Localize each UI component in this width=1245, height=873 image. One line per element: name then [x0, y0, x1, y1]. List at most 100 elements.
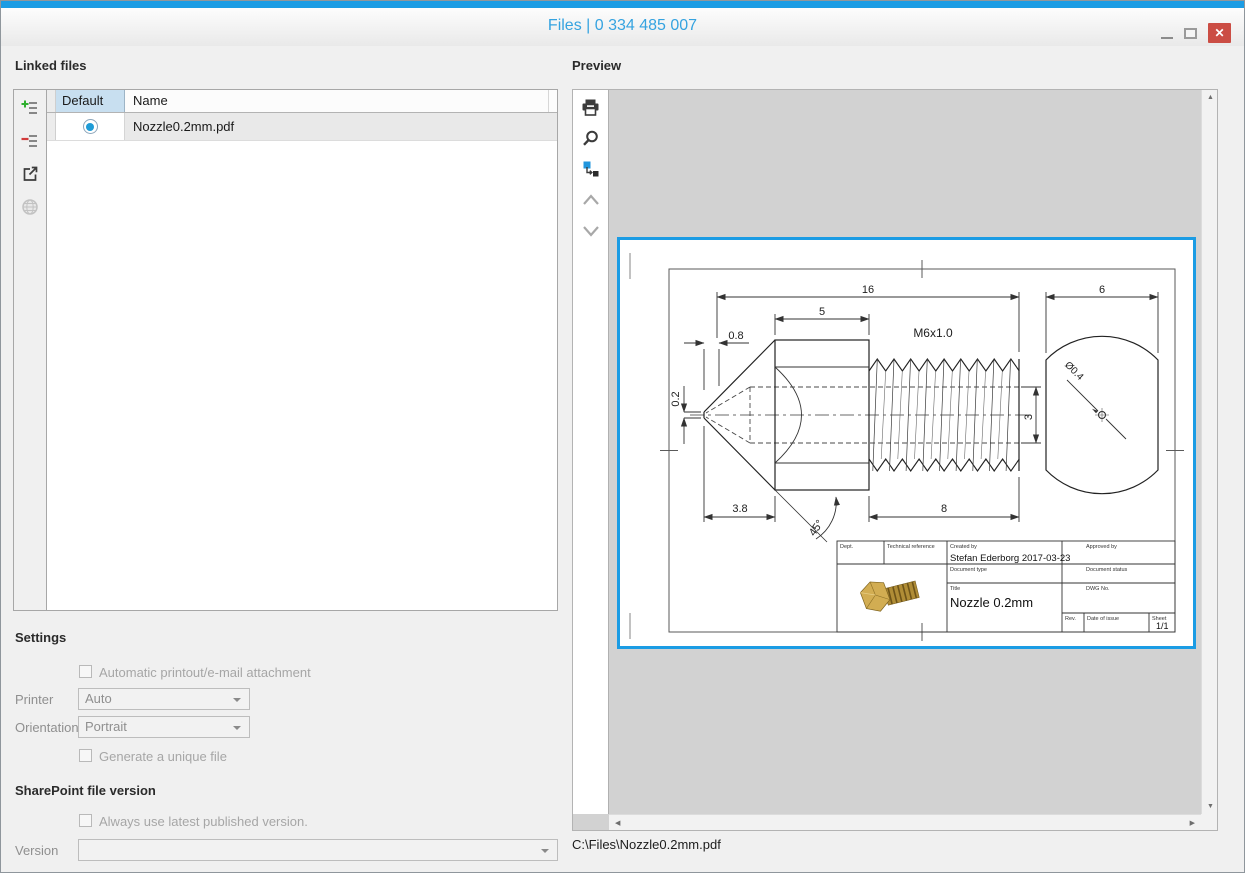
column-header-default[interactable]: Default	[56, 90, 125, 112]
preview-panel: 16 5 0.8 0.2 3.8 45° 8 3 M6x1.0 6 Ø0.4	[572, 89, 1218, 831]
latest-version-label: Always use latest published version.	[99, 814, 308, 829]
dim-orifice-h: 0.2	[670, 391, 682, 406]
chevron-down-icon	[541, 849, 549, 853]
title-block-values: Stefan Ederborg 2017-03-23 Nozzle 0.2mm …	[950, 553, 1169, 631]
dim-bore: 3	[1023, 414, 1035, 420]
page-up-button[interactable]	[581, 190, 601, 210]
preview-file-path: C:\Files\Nozzle0.2mm.pdf	[572, 837, 721, 852]
window-title: Files | 0 334 485 007	[1, 17, 1244, 35]
table-row[interactable]: Nozzle0.2mm.pdf	[47, 113, 557, 141]
radio-dot	[86, 123, 94, 131]
unique-file-checkbox[interactable]	[79, 749, 92, 762]
dimension-labels: 16 5 0.8 0.2 3.8 45° 8 3 M6x1.0 6 Ø0.4	[670, 284, 1105, 539]
dim-chamfer-angle: 45°	[807, 518, 826, 539]
add-file-button[interactable]	[20, 98, 40, 118]
settings-heading: Settings	[15, 630, 66, 645]
row-selector-header	[47, 90, 56, 112]
linked-files-heading: Linked files	[15, 58, 87, 73]
chevron-down-icon	[233, 698, 241, 702]
chevron-down-icon	[233, 726, 241, 730]
preview-page: 16 5 0.8 0.2 3.8 45° 8 3 M6x1.0 6 Ø0.4	[617, 237, 1196, 649]
preview-toolbar	[573, 90, 609, 814]
horizontal-scrollbar[interactable]: ◀ ▶	[609, 814, 1201, 830]
chevron-down-icon	[581, 223, 601, 239]
files-dialog: Files | 0 334 485 007 ✕ Linked files	[0, 0, 1245, 873]
preview-heading: Preview	[572, 58, 621, 73]
dwg-no-label: DWG No.	[1086, 586, 1110, 592]
dim-hex-len: 5	[819, 306, 825, 318]
close-button[interactable]: ✕	[1208, 23, 1231, 43]
window-controls: ✕	[1161, 23, 1231, 43]
print-icon	[581, 98, 600, 117]
window-accent-bar	[1, 1, 1244, 8]
approved-by-label: Approved by	[1086, 544, 1117, 550]
add-list-icon	[21, 99, 39, 117]
printer-select[interactable]: Auto	[78, 688, 250, 710]
latest-version-checkbox[interactable]	[79, 814, 92, 827]
print-button[interactable]	[581, 97, 601, 117]
chevron-up-icon	[581, 192, 601, 208]
remove-list-icon	[21, 132, 39, 150]
maximize-button[interactable]	[1184, 28, 1197, 39]
open-external-icon	[21, 165, 39, 183]
open-web-button[interactable]	[20, 197, 40, 217]
date-of-issue-label: Date of issue	[1087, 616, 1119, 622]
orientation-value: Portrait	[85, 719, 127, 734]
fit-to-window-button[interactable]	[581, 159, 601, 179]
created-by-value: Stefan Ederborg 2017-03-23	[950, 553, 1070, 564]
file-name-cell[interactable]: Nozzle0.2mm.pdf	[125, 113, 549, 140]
dim-tip-land: 0.8	[728, 330, 743, 342]
sheet-value: 1/1	[1156, 621, 1169, 631]
rev-label: Rev.	[1065, 616, 1076, 622]
dim-tip-len: 3.8	[732, 503, 747, 515]
doc-status-label: Document status	[1086, 567, 1128, 573]
vertical-scrollbar[interactable]: ▲ ▼	[1201, 90, 1217, 814]
auto-printout-label: Automatic printout/e-mail attachment	[99, 665, 311, 680]
unique-file-label: Generate a unique file	[99, 749, 227, 764]
default-radio[interactable]	[83, 119, 98, 134]
scroll-up-icon[interactable]: ▲	[1207, 94, 1214, 101]
titlebar[interactable]: Files | 0 334 485 007 ✕	[1, 8, 1244, 46]
version-select[interactable]	[78, 839, 558, 861]
scrollbar-corner	[1201, 814, 1217, 830]
thread-spec: M6x1.0	[913, 326, 953, 340]
tech-ref-label: Technical reference	[887, 544, 935, 550]
sharepoint-heading: SharePoint file version	[15, 783, 156, 798]
auto-printout-checkbox[interactable]	[79, 665, 92, 678]
nozzle-end-view	[1046, 336, 1158, 493]
row-filler	[549, 113, 557, 140]
scroll-right-icon[interactable]: ▶	[1190, 819, 1195, 827]
version-label: Version	[15, 843, 58, 858]
table-header-row: Default Name	[47, 90, 557, 113]
default-cell	[56, 113, 125, 140]
globe-icon	[21, 198, 39, 216]
page-down-button[interactable]	[581, 221, 601, 241]
dim-end-width: 6	[1099, 284, 1105, 296]
scroll-left-icon[interactable]: ◀	[615, 819, 620, 827]
remove-file-button[interactable]	[20, 131, 40, 151]
printer-value: Auto	[85, 691, 112, 706]
drawing-title-value: Nozzle 0.2mm	[950, 595, 1033, 610]
orientation-label: Orientation	[15, 720, 79, 735]
column-header-filler	[549, 90, 557, 112]
row-selector-cell[interactable]	[47, 113, 56, 140]
zoom-button[interactable]	[581, 128, 601, 148]
scroll-down-icon[interactable]: ▼	[1207, 803, 1214, 810]
linked-files-toolbar	[14, 90, 47, 610]
doc-type-label: Document type	[950, 567, 987, 573]
dept-label: Dept.	[840, 544, 854, 550]
created-by-label: Created by	[950, 544, 977, 550]
orientation-select[interactable]: Portrait	[78, 716, 250, 738]
printer-label: Printer	[15, 692, 53, 707]
linked-files-panel: Default Name Nozzle0.2mm.pdf	[13, 89, 558, 611]
linked-files-table: Default Name Nozzle0.2mm.pdf	[47, 90, 557, 610]
zoom-icon	[581, 129, 600, 148]
nozzle-3d-thumbnail	[858, 571, 920, 615]
title-label: Title	[950, 586, 960, 592]
column-header-name[interactable]: Name	[125, 90, 549, 112]
open-file-button[interactable]	[20, 164, 40, 184]
minimize-button[interactable]	[1161, 37, 1173, 39]
dim-overall: 16	[862, 284, 874, 296]
fit-to-window-icon	[582, 160, 600, 178]
dim-thread-len: 8	[941, 503, 947, 515]
